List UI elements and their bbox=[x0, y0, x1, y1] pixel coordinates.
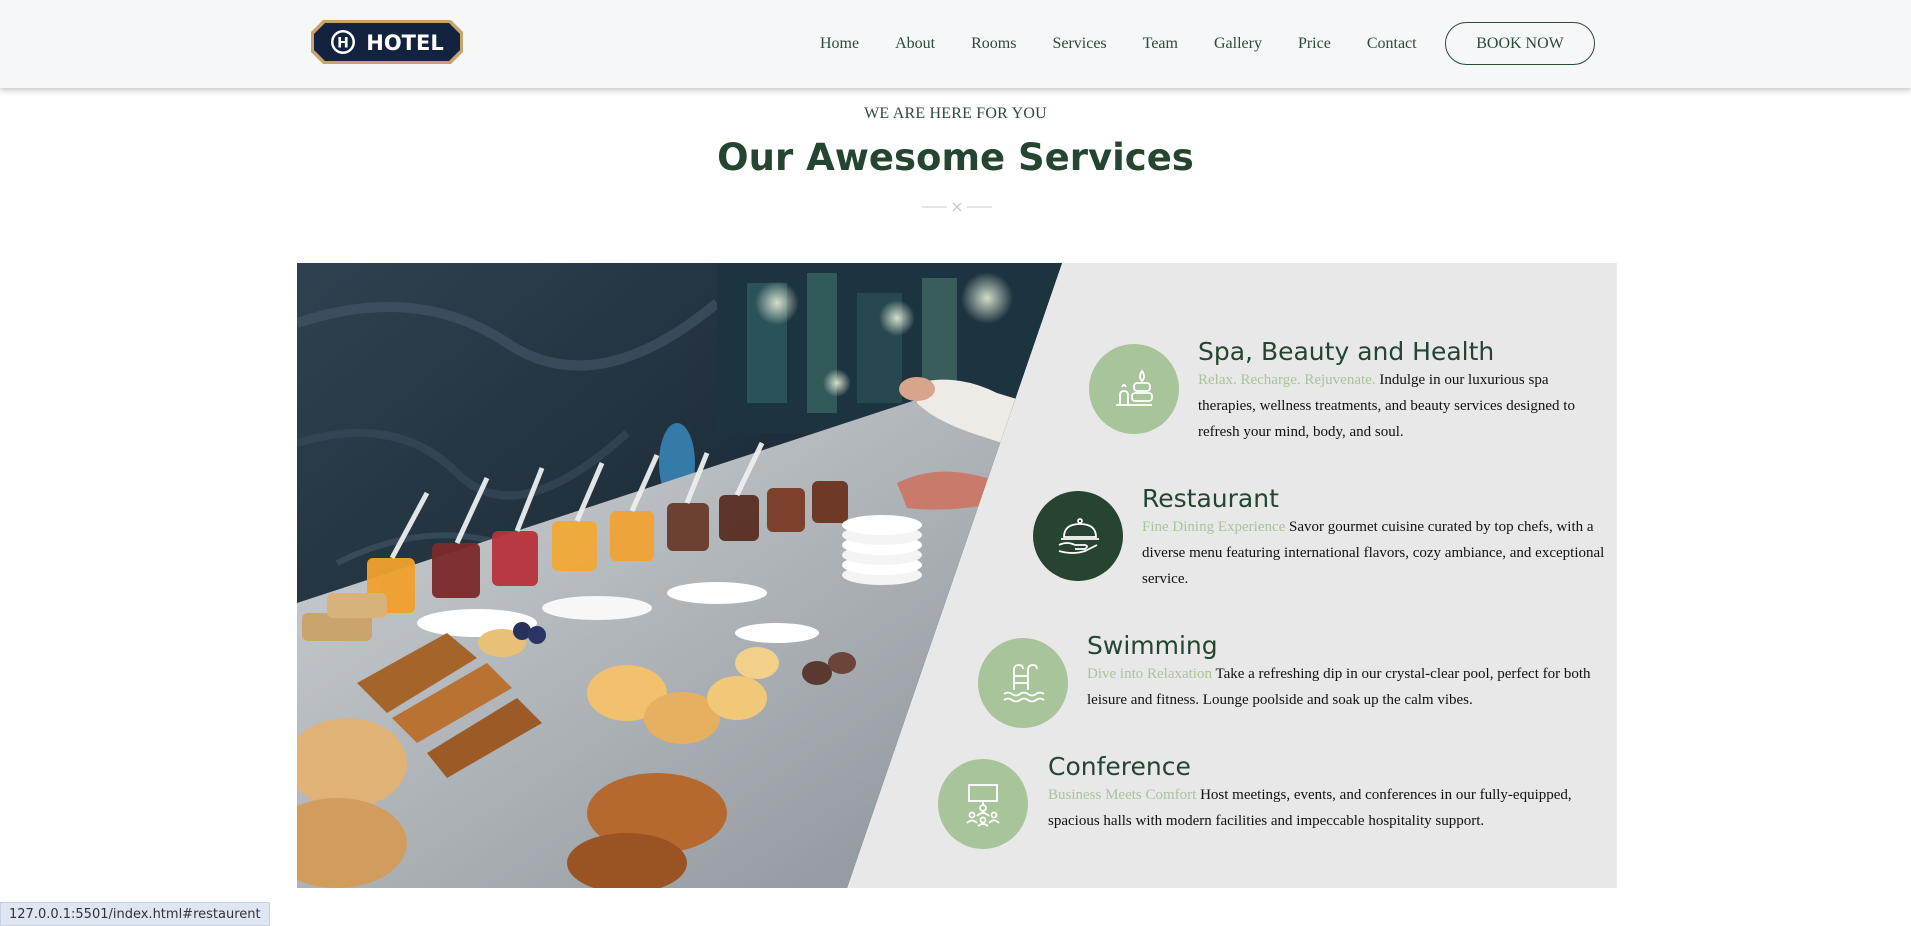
status-bar-url: 127.0.0.1:5501/index.html#restaurent bbox=[0, 902, 270, 926]
hotel-logo[interactable]: H HOTEL bbox=[309, 18, 465, 66]
service-description: Dive into Relaxation Take a refreshing d… bbox=[1087, 661, 1607, 713]
nav-gallery[interactable]: Gallery bbox=[1214, 35, 1262, 53]
nav-rooms[interactable]: Rooms bbox=[971, 35, 1016, 53]
services-panel: Spa, Beauty and Health Relax. Recharge. … bbox=[297, 263, 1617, 888]
presentation-icon bbox=[938, 759, 1028, 849]
service-title: Spa, Beauty and Health bbox=[1198, 337, 1495, 366]
service-description: Business Meets Comfort Host meetings, ev… bbox=[1048, 782, 1588, 834]
nav-about[interactable]: About bbox=[895, 35, 935, 53]
nav-team[interactable]: Team bbox=[1143, 35, 1178, 53]
service-description: Relax. Recharge. Rejuvenate. Indulge in … bbox=[1198, 367, 1608, 445]
book-now-button[interactable]: BOOK NOW bbox=[1445, 22, 1595, 65]
main-nav: Home About Rooms Services Team Gallery P… bbox=[820, 0, 1453, 88]
section-title: Our Awesome Services bbox=[717, 136, 1194, 179]
service-tagline: Business Meets Comfort bbox=[1048, 787, 1197, 803]
service-title: Swimming bbox=[1087, 631, 1218, 660]
site-header: H HOTEL Home About Rooms Services Team G… bbox=[0, 0, 1911, 88]
section-kicker: WE ARE HERE FOR YOU bbox=[864, 105, 1047, 122]
nav-price[interactable]: Price bbox=[1298, 35, 1331, 53]
nav-contact[interactable]: Contact bbox=[1367, 35, 1417, 53]
service-title: Restaurant bbox=[1142, 484, 1279, 513]
svg-text:H: H bbox=[337, 36, 349, 52]
service-title: Conference bbox=[1048, 752, 1191, 781]
nav-services[interactable]: Services bbox=[1052, 35, 1106, 53]
service-tagline: Relax. Recharge. Rejuvenate. bbox=[1198, 372, 1376, 388]
spa-stones-icon bbox=[1089, 344, 1179, 434]
cloche-icon bbox=[1033, 491, 1123, 581]
service-tagline: Fine Dining Experience bbox=[1142, 519, 1286, 535]
svg-text:HOTEL: HOTEL bbox=[366, 31, 443, 55]
pool-ladder-icon bbox=[978, 638, 1068, 728]
nav-home[interactable]: Home bbox=[820, 35, 859, 53]
title-divider bbox=[922, 200, 992, 214]
service-description: Fine Dining Experience Savor gourmet cui… bbox=[1142, 514, 1612, 592]
service-tagline: Dive into Relaxation bbox=[1087, 666, 1212, 682]
